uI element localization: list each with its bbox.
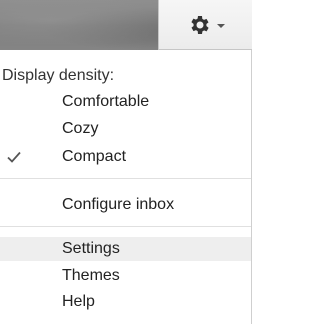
help-label: Help [62,293,95,310]
configure-inbox-label: Configure inbox [62,196,175,213]
help-item[interactable]: Help [0,290,251,314]
density-option-cozy[interactable]: Cozy [0,117,251,141]
density-option-label: Cozy [62,120,99,137]
configure-inbox-item[interactable]: Configure inbox [0,193,251,217]
gmail-gear-dropdown: Display density: Comfortable Cozy Compac… [0,0,252,324]
menu-divider [0,226,251,227]
display-density-heading: Display density: [2,67,115,84]
themes-item[interactable]: Themes [0,264,251,288]
chevron-down-icon [216,23,225,28]
settings-item[interactable]: Settings [0,237,251,261]
menu-divider [0,178,251,179]
gear-icon [190,15,209,34]
themes-label: Themes [62,267,120,284]
density-option-comfortable[interactable]: Comfortable [0,90,251,114]
density-option-label: Compact [62,148,127,165]
settings-label: Settings [62,240,120,257]
density-option-label: Comfortable [62,93,150,110]
density-option-compact[interactable]: Compact [0,145,251,169]
settings-gear-button[interactable] [158,0,252,50]
check-icon [7,151,21,163]
header-background [0,0,252,50]
